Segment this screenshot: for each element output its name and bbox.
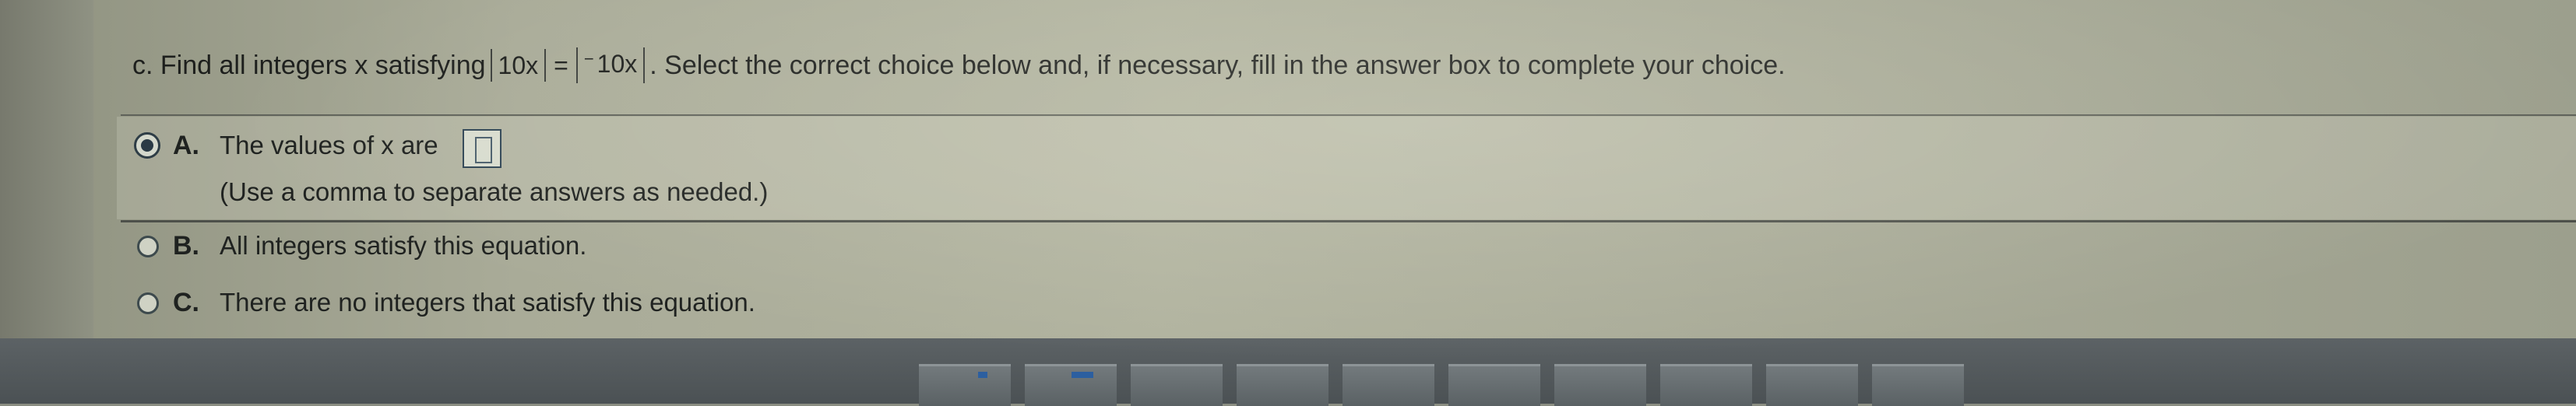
choice-a-letter: A. bbox=[173, 131, 199, 160]
radio-unselected-icon[interactable] bbox=[137, 236, 159, 257]
divider-top bbox=[121, 114, 2576, 116]
choice-c-label[interactable]: There are no integers that satisfy this … bbox=[220, 288, 755, 317]
taskbar-indicator bbox=[978, 372, 987, 378]
taskbar-item[interactable] bbox=[1766, 364, 1858, 406]
equals-sign: = bbox=[554, 51, 568, 79]
abs-lhs: 10x bbox=[490, 49, 547, 82]
screen: c. Find all integers x satisfying 10x = … bbox=[0, 0, 2576, 406]
taskbar-item[interactable] bbox=[1448, 364, 1540, 406]
question-prefix: c. Find all integers x satisfying bbox=[132, 50, 486, 80]
choice-b-letter: B. bbox=[173, 231, 199, 261]
taskbar-item[interactable] bbox=[1025, 364, 1117, 406]
divider-bottom bbox=[121, 220, 2576, 222]
question-text: c. Find all integers x satisfying 10x = … bbox=[132, 34, 1786, 96]
taskbar-item[interactable] bbox=[1660, 364, 1752, 406]
taskbar-item[interactable] bbox=[1343, 364, 1434, 406]
taskbar-item[interactable] bbox=[1131, 364, 1223, 406]
taskbar-item[interactable] bbox=[1237, 364, 1328, 406]
abs-rhs-value: 10x bbox=[596, 50, 638, 78]
taskbar-indicator bbox=[1072, 372, 1093, 378]
negative-sign: − bbox=[583, 49, 594, 68]
choice-a-label[interactable]: The values of x are bbox=[220, 131, 438, 160]
choice-c-letter: C. bbox=[173, 288, 199, 317]
taskbar-item[interactable] bbox=[919, 364, 1011, 406]
radio-selected-icon[interactable] bbox=[134, 132, 160, 159]
abs-rhs: −10x bbox=[575, 47, 646, 83]
choice-a-hint: (Use a comma to separate answers as need… bbox=[220, 177, 769, 206]
abs-lhs-value: 10x bbox=[498, 51, 539, 79]
taskbar-item[interactable] bbox=[1872, 364, 1964, 406]
choice-b-label[interactable]: All integers satisfy this equation. bbox=[220, 231, 586, 261]
taskbar-item[interactable] bbox=[1554, 364, 1646, 406]
answer-input[interactable] bbox=[463, 129, 501, 168]
question-suffix: . Select the correct choice below and, i… bbox=[649, 50, 1786, 80]
radio-unselected-icon[interactable] bbox=[137, 292, 159, 314]
taskbar-items bbox=[919, 364, 2576, 406]
